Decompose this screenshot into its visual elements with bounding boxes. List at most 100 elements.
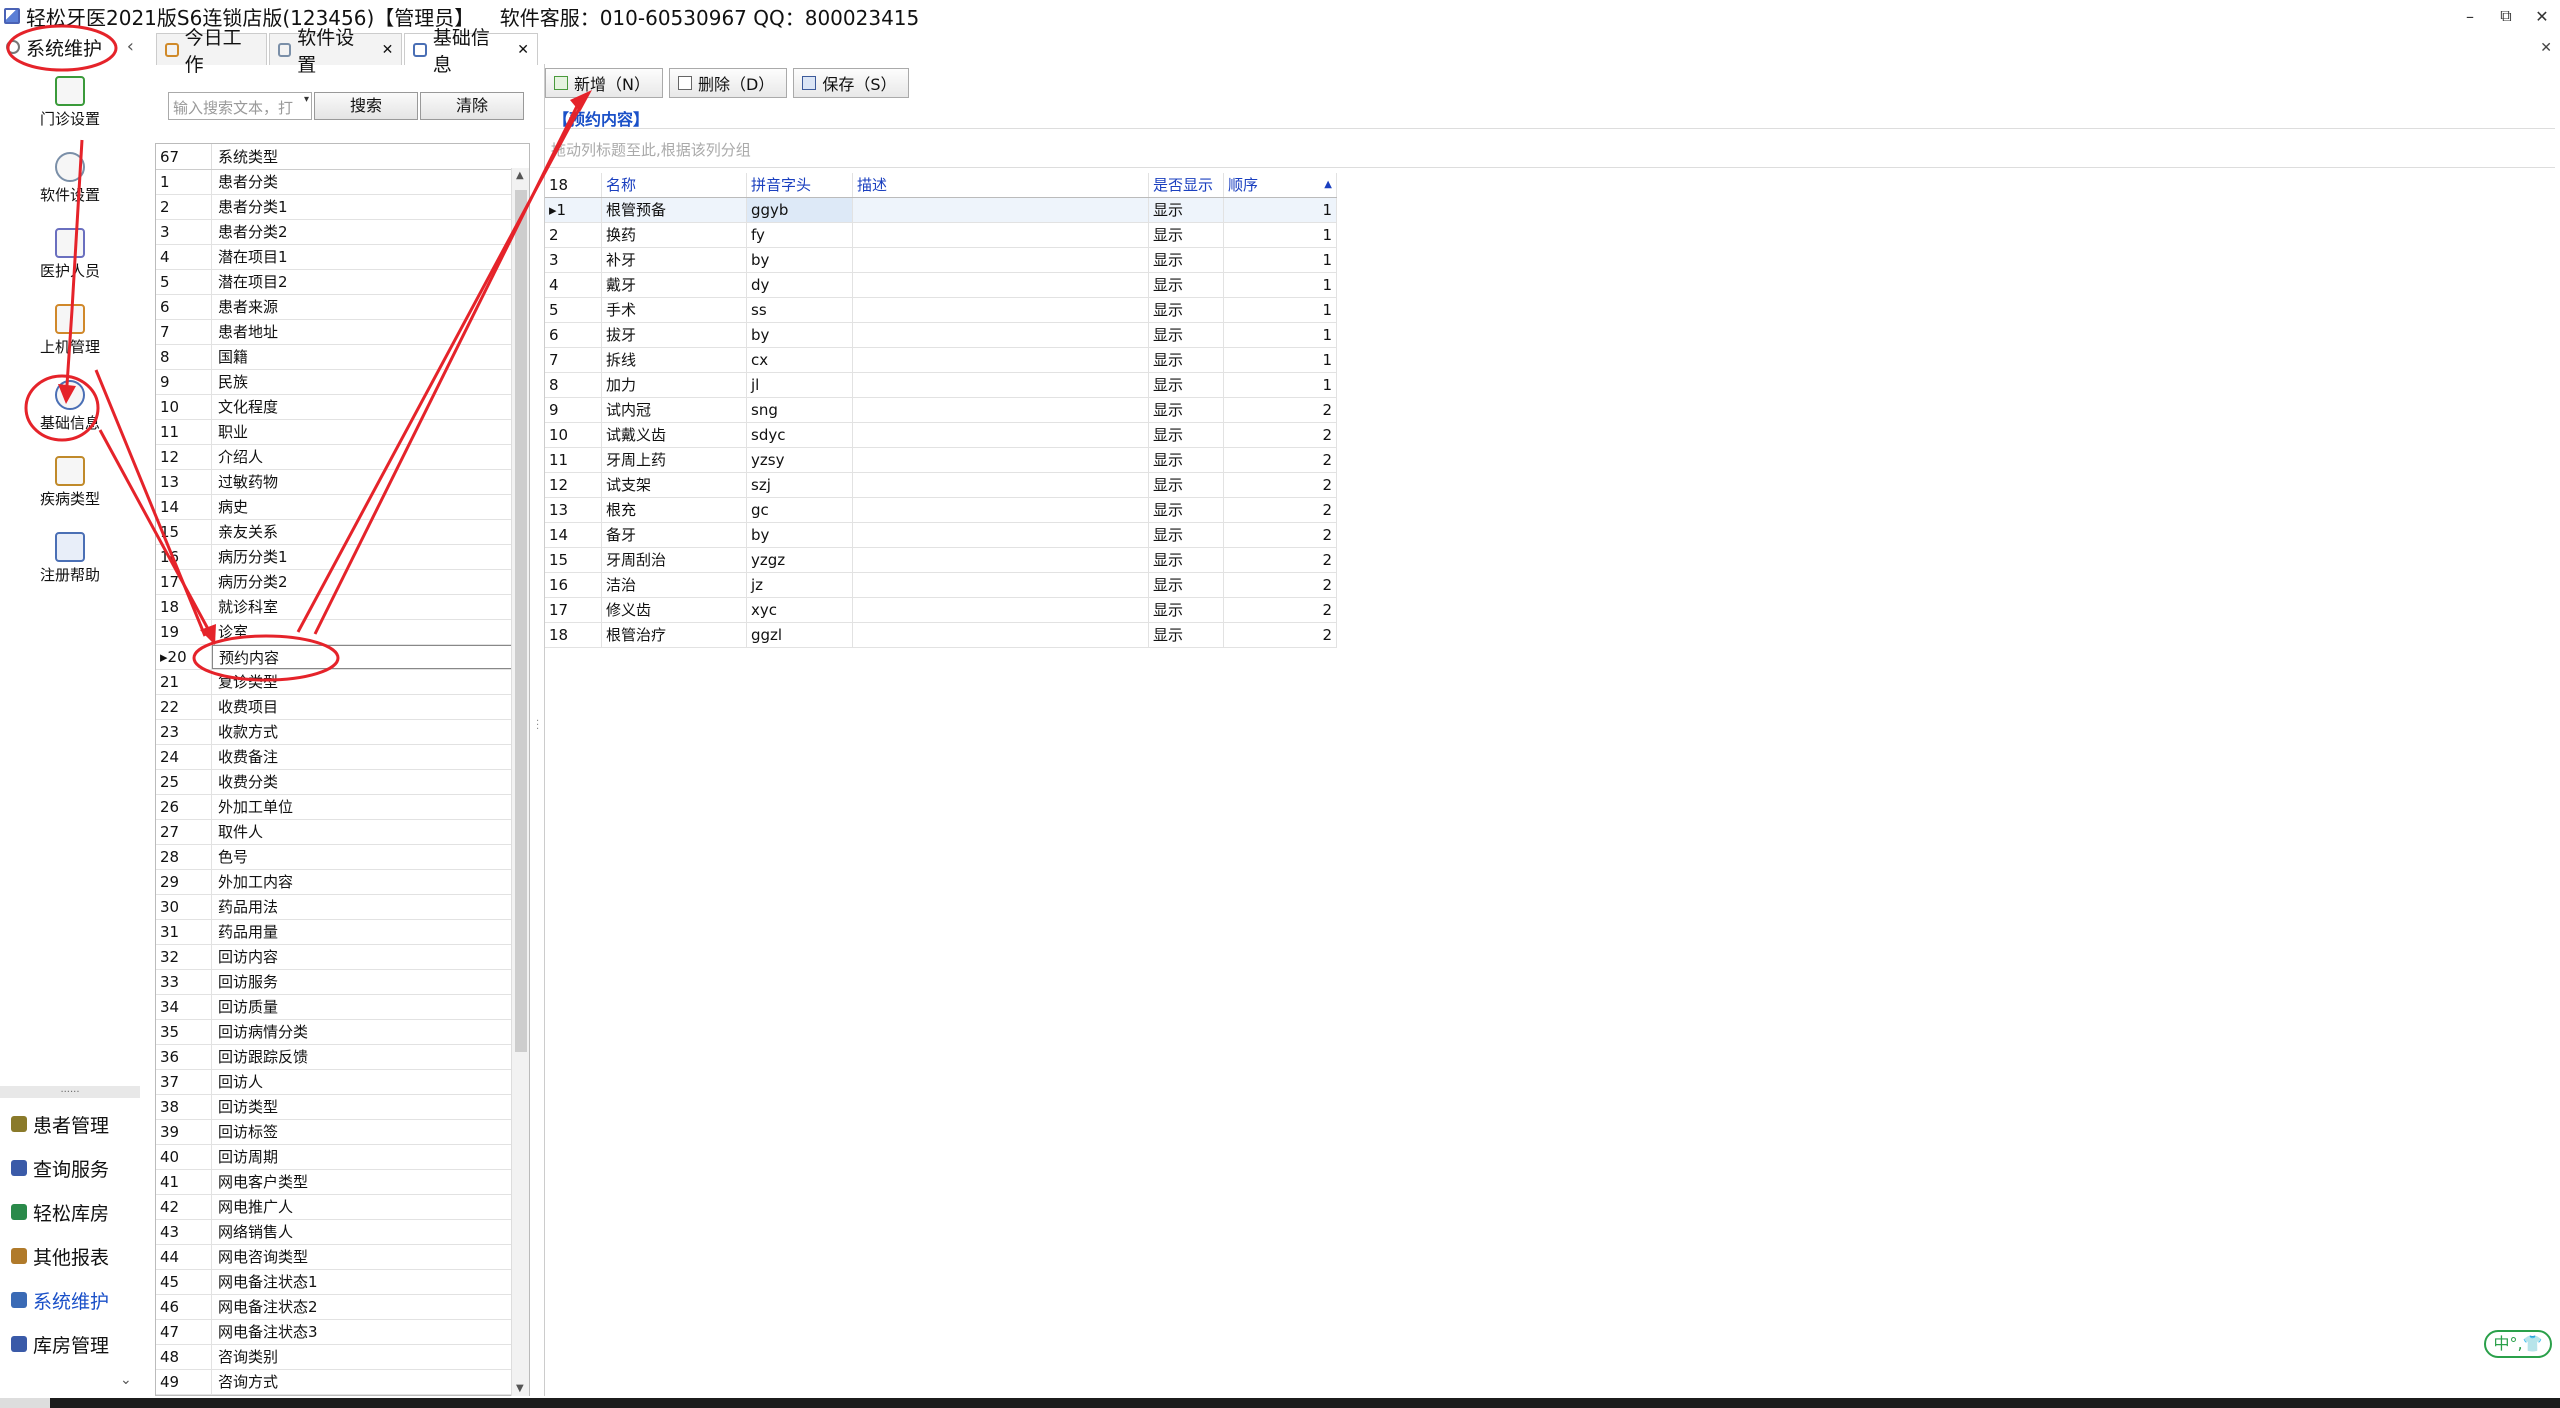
nav-tile-1[interactable]: 门诊设置 — [0, 76, 140, 136]
type-list-row[interactable]: 45 网电备注状态1 — [156, 1270, 529, 1295]
grid-row[interactable]: 17 修义齿 xyc 显示 2 — [545, 598, 1337, 623]
grid-cell-name[interactable]: 加力 — [602, 373, 747, 397]
nav-tile-3[interactable]: 医护人员 — [0, 228, 140, 288]
grid-cell-visible[interactable]: 显示 — [1149, 523, 1224, 547]
type-list-row[interactable]: 12 介绍人 — [156, 445, 529, 470]
grid-cell-name[interactable]: 洁治 — [602, 573, 747, 597]
type-list-row[interactable]: 8 国籍 — [156, 345, 529, 370]
restore-button[interactable]: ⧉ — [2488, 0, 2524, 32]
ime-indicator[interactable]: 中°,👕 — [2484, 1330, 2552, 1358]
nav-group-4[interactable]: 其他报表 — [0, 1236, 140, 1276]
col-header-name[interactable]: 名称 — [602, 173, 747, 197]
grid-row[interactable]: 4 戴牙 dy 显示 1 — [545, 273, 1337, 298]
grid-cell-pinyin[interactable]: fy — [747, 223, 853, 247]
type-list-row[interactable]: 49 咨询方式 — [156, 1370, 529, 1395]
grid-cell-order[interactable]: 1 — [1224, 348, 1337, 372]
add-button[interactable]: 新增（N） — [545, 68, 663, 98]
grid-cell-name[interactable]: 根充 — [602, 498, 747, 522]
type-list-row[interactable]: 46 网电备注状态2 — [156, 1295, 529, 1320]
grid-cell-order[interactable]: 2 — [1224, 573, 1337, 597]
nav-tile-2[interactable]: 软件设置 — [0, 152, 140, 212]
grid-cell-description[interactable] — [853, 348, 1149, 372]
nav-tile-5[interactable]: 基础信息 — [0, 380, 140, 440]
tab-2[interactable]: 软件设置 ✕ — [268, 27, 403, 76]
grid-cell-pinyin[interactable]: sng — [747, 398, 853, 422]
type-list-row[interactable]: 37 回访人 — [156, 1070, 529, 1095]
grid-cell-description[interactable] — [853, 373, 1149, 397]
tab-1[interactable]: 今日工作 — [156, 27, 267, 76]
tab-close-icon[interactable]: ✕ — [517, 42, 529, 58]
grid-cell-name[interactable]: 手术 — [602, 298, 747, 322]
grid-cell-pinyin[interactable]: ss — [747, 298, 853, 322]
grid-cell-visible[interactable]: 显示 — [1149, 623, 1224, 647]
type-list-row[interactable]: 15 亲友关系 — [156, 520, 529, 545]
grid-cell-description[interactable] — [853, 398, 1149, 422]
grid-cell-visible[interactable]: 显示 — [1149, 573, 1224, 597]
type-list-row[interactable]: 36 回访跟踪反馈 — [156, 1045, 529, 1070]
grid-cell-order[interactable]: 2 — [1224, 523, 1337, 547]
grid-cell-order[interactable]: 1 — [1224, 373, 1337, 397]
scroll-down-icon[interactable]: ▼ — [516, 1383, 524, 1394]
grid-cell-pinyin[interactable]: yzgz — [747, 548, 853, 572]
type-list-row[interactable]: 47 网电备注状态3 — [156, 1320, 529, 1345]
grid-row[interactable]: 3 补牙 by 显示 1 — [545, 248, 1337, 273]
nav-group-5[interactable]: 系统维护 — [0, 1280, 140, 1320]
grid-cell-description[interactable] — [853, 448, 1149, 472]
type-list-row[interactable]: 33 回访服务 — [156, 970, 529, 995]
nav-group-1[interactable]: 患者管理 — [0, 1104, 140, 1144]
grid-row[interactable]: 13 根充 gc 显示 2 — [545, 498, 1337, 523]
type-list-row[interactable]: 43 网络销售人 — [156, 1220, 529, 1245]
grid-row[interactable]: ▸1 根管预备 ggyb 显示 1 — [545, 198, 1337, 223]
grid-cell-pinyin[interactable]: gc — [747, 498, 853, 522]
grid-cell-visible[interactable]: 显示 — [1149, 273, 1224, 297]
type-list-row[interactable]: 17 病历分类2 — [156, 570, 529, 595]
grid-cell-description[interactable] — [853, 498, 1149, 522]
grid-row[interactable]: 10 试戴义齿 sdyc 显示 2 — [545, 423, 1337, 448]
grid-cell-order[interactable]: 1 — [1224, 223, 1337, 247]
grid-cell-visible[interactable]: 显示 — [1149, 598, 1224, 622]
type-list-row[interactable]: 11 职业 — [156, 420, 529, 445]
grid-cell-pinyin[interactable]: jl — [747, 373, 853, 397]
scroll-thumb[interactable] — [515, 190, 527, 1052]
grid-row[interactable]: 18 根管治疗 ggzl 显示 2 — [545, 623, 1337, 648]
type-list-row[interactable]: 41 网电客户类型 — [156, 1170, 529, 1195]
type-list-row[interactable]: 10 文化程度 — [156, 395, 529, 420]
grid-cell-order[interactable]: 2 — [1224, 548, 1337, 572]
type-list-row[interactable]: 6 患者来源 — [156, 295, 529, 320]
search-input[interactable]: 输入搜索文本，打 — [168, 92, 312, 120]
scroll-up-icon[interactable]: ▲ — [516, 170, 524, 181]
grid-cell-pinyin[interactable]: sdyc — [747, 423, 853, 447]
pane-splitter[interactable]: · · · — [536, 717, 540, 735]
nav-more-chevron[interactable]: ⌄ — [120, 1372, 132, 1388]
type-list-row[interactable]: 19 诊室 — [156, 620, 529, 645]
grid-cell-pinyin[interactable]: szj — [747, 473, 853, 497]
nav-group-3[interactable]: 轻松库房 — [0, 1192, 140, 1232]
grid-cell-pinyin[interactable]: cx — [747, 348, 853, 372]
grid-cell-name[interactable]: 根管治疗 — [602, 623, 747, 647]
grid-cell-pinyin[interactable]: by — [747, 323, 853, 347]
type-list-row[interactable]: 16 病历分类1 — [156, 545, 529, 570]
grid-cell-visible[interactable]: 显示 — [1149, 373, 1224, 397]
search-button[interactable]: 搜索 — [314, 92, 418, 120]
grid-cell-description[interactable] — [853, 298, 1149, 322]
type-list-row[interactable]: 40 回访周期 — [156, 1145, 529, 1170]
grid-cell-description[interactable] — [853, 223, 1149, 247]
grid-cell-description[interactable] — [853, 548, 1149, 572]
grid-cell-name[interactable]: 备牙 — [602, 523, 747, 547]
grid-cell-visible[interactable]: 显示 — [1149, 223, 1224, 247]
grid-cell-order[interactable]: 2 — [1224, 498, 1337, 522]
type-list-row[interactable]: 39 回访标签 — [156, 1120, 529, 1145]
grid-cell-order[interactable]: 2 — [1224, 473, 1337, 497]
type-list-row[interactable]: 5 潜在项目2 — [156, 270, 529, 295]
grid-cell-order[interactable]: 1 — [1224, 198, 1337, 222]
type-list-row[interactable]: 1 患者分类 — [156, 170, 529, 195]
type-list-row[interactable]: 14 病史 — [156, 495, 529, 520]
grid-cell-order[interactable]: 1 — [1224, 323, 1337, 347]
grid-cell-description[interactable] — [853, 423, 1149, 447]
grid-cell-name[interactable]: 试戴义齿 — [602, 423, 747, 447]
col-header-description[interactable]: 描述 — [853, 173, 1149, 197]
grid-cell-visible[interactable]: 显示 — [1149, 298, 1224, 322]
grid-row[interactable]: 11 牙周上药 yzsy 显示 2 — [545, 448, 1337, 473]
grid-cell-name[interactable]: 根管预备 — [602, 198, 747, 222]
type-list-row[interactable]: 22 收费项目 — [156, 695, 529, 720]
